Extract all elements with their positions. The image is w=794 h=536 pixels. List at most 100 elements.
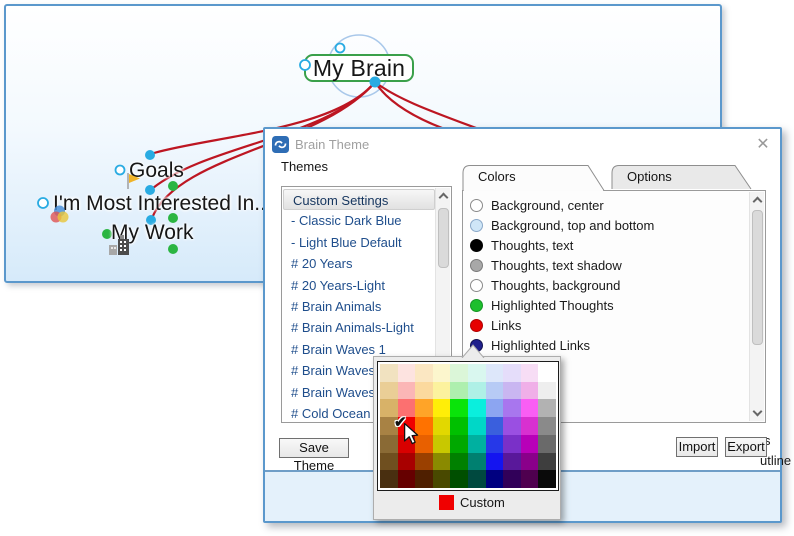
color-setting-item[interactable]: Thoughts, text [463, 235, 748, 255]
close-icon[interactable]: ✕ [752, 133, 774, 155]
palette-swatch[interactable] [538, 470, 556, 488]
palette-swatch[interactable] [415, 470, 433, 488]
theme-list-item[interactable]: # Brain Animals-Light [282, 317, 436, 338]
palette-swatch[interactable] [415, 364, 433, 382]
palette-swatch[interactable] [380, 382, 398, 400]
palette-swatch[interactable] [450, 382, 468, 400]
palette-swatch[interactable] [450, 417, 468, 435]
palette-swatch[interactable] [380, 453, 398, 471]
scroll-up-icon[interactable] [753, 197, 763, 207]
tab-colors[interactable]: Colors [478, 169, 516, 184]
palette-swatch[interactable] [433, 417, 451, 435]
palette-swatch[interactable] [415, 382, 433, 400]
palette-swatch[interactable] [415, 399, 433, 417]
palette-swatch[interactable] [521, 382, 539, 400]
palette-swatch[interactable] [486, 435, 504, 453]
theme-list-item[interactable]: # Brain Animals [282, 296, 436, 317]
palette-swatch[interactable] [468, 470, 486, 488]
thought-my-work[interactable]: My Work [107, 221, 193, 245]
palette-swatch[interactable] [538, 364, 556, 382]
palette-swatch[interactable] [450, 435, 468, 453]
color-setting-item[interactable]: Thoughts, background [463, 275, 748, 295]
palette-swatch[interactable] [538, 399, 556, 417]
color-setting-item[interactable]: Background, top and bottom [463, 215, 748, 235]
colors-scrollbar[interactable] [749, 192, 764, 421]
palette-swatch[interactable] [433, 364, 451, 382]
theme-list-item[interactable]: # 20 Years-Light [282, 275, 436, 296]
scroll-down-icon[interactable] [753, 407, 763, 417]
palette-swatch[interactable] [503, 435, 521, 453]
theme-list-item[interactable]: - Classic Dark Blue [282, 210, 436, 231]
palette-swatch[interactable] [521, 399, 539, 417]
color-setting-item[interactable]: Links [463, 315, 748, 335]
thought-interested[interactable]: I'm Most Interested In... [49, 192, 272, 216]
palette-swatch[interactable] [521, 435, 539, 453]
color-swatch[interactable] [470, 299, 483, 312]
palette-swatch[interactable] [398, 382, 416, 400]
color-setting-item[interactable]: Background, center [463, 195, 748, 215]
palette-swatch[interactable] [503, 364, 521, 382]
palette-swatch[interactable] [398, 453, 416, 471]
palette-swatch[interactable] [486, 382, 504, 400]
palette-swatch[interactable] [450, 453, 468, 471]
palette-swatch[interactable] [380, 364, 398, 382]
palette-swatch[interactable] [468, 417, 486, 435]
thought-goals[interactable]: Goals [125, 159, 184, 183]
palette-swatch[interactable] [468, 453, 486, 471]
scroll-up-icon[interactable] [439, 193, 449, 203]
color-setting-item[interactable]: Highlighted Thoughts [463, 295, 748, 315]
color-setting-item[interactable]: Highlighted Links [463, 335, 748, 355]
color-setting-item[interactable]: Thoughts, text shadow [463, 255, 748, 275]
custom-color-swatch[interactable] [439, 495, 454, 510]
palette-swatch[interactable] [503, 470, 521, 488]
palette-swatch[interactable] [538, 382, 556, 400]
palette-swatch[interactable] [415, 453, 433, 471]
import-button[interactable]: Import [676, 437, 718, 457]
palette-swatch[interactable] [486, 470, 504, 488]
palette-swatch[interactable] [433, 453, 451, 471]
palette-swatch[interactable] [450, 470, 468, 488]
color-swatch[interactable] [470, 219, 483, 232]
palette-swatch[interactable] [380, 470, 398, 488]
color-swatch[interactable] [470, 319, 483, 332]
palette-swatch[interactable] [503, 399, 521, 417]
save-theme-button[interactable]: Save Theme [279, 438, 349, 458]
theme-list-item[interactable]: Custom Settings [283, 189, 435, 210]
palette-swatch[interactable] [398, 364, 416, 382]
palette-swatch[interactable] [486, 399, 504, 417]
scrollbar-thumb[interactable] [438, 208, 449, 268]
palette-swatch[interactable] [503, 417, 521, 435]
palette-swatch[interactable] [521, 470, 539, 488]
color-swatch[interactable] [470, 279, 483, 292]
palette-swatch[interactable] [468, 399, 486, 417]
palette-swatch[interactable] [486, 453, 504, 471]
palette-swatch[interactable] [503, 453, 521, 471]
theme-list-item[interactable]: - Light Blue Default [282, 232, 436, 253]
palette-swatch[interactable] [468, 382, 486, 400]
palette-swatch[interactable] [468, 435, 486, 453]
palette-swatch[interactable] [521, 364, 539, 382]
palette-swatch[interactable] [538, 417, 556, 435]
theme-list-item[interactable]: # 20 Years [282, 253, 436, 274]
palette-swatch[interactable] [521, 453, 539, 471]
export-button[interactable]: Export [725, 437, 767, 457]
palette-swatch[interactable] [486, 364, 504, 382]
palette-swatch[interactable] [486, 417, 504, 435]
palette-swatch[interactable] [433, 382, 451, 400]
root-thought-node[interactable]: My Brain [304, 54, 414, 82]
palette-swatch[interactable] [538, 435, 556, 453]
palette-swatch[interactable] [450, 364, 468, 382]
color-swatch[interactable] [470, 259, 483, 272]
palette-swatch[interactable] [380, 435, 398, 453]
palette-swatch[interactable] [433, 435, 451, 453]
palette-swatch[interactable] [538, 453, 556, 471]
palette-swatch[interactable] [468, 364, 486, 382]
palette-swatch[interactable] [433, 470, 451, 488]
color-swatch[interactable] [470, 199, 483, 212]
palette-swatch[interactable] [503, 382, 521, 400]
palette-swatch[interactable] [398, 470, 416, 488]
scrollbar-thumb[interactable] [752, 210, 763, 345]
color-swatch[interactable] [470, 239, 483, 252]
tab-options[interactable]: Options [627, 169, 672, 184]
palette-swatch[interactable] [521, 417, 539, 435]
